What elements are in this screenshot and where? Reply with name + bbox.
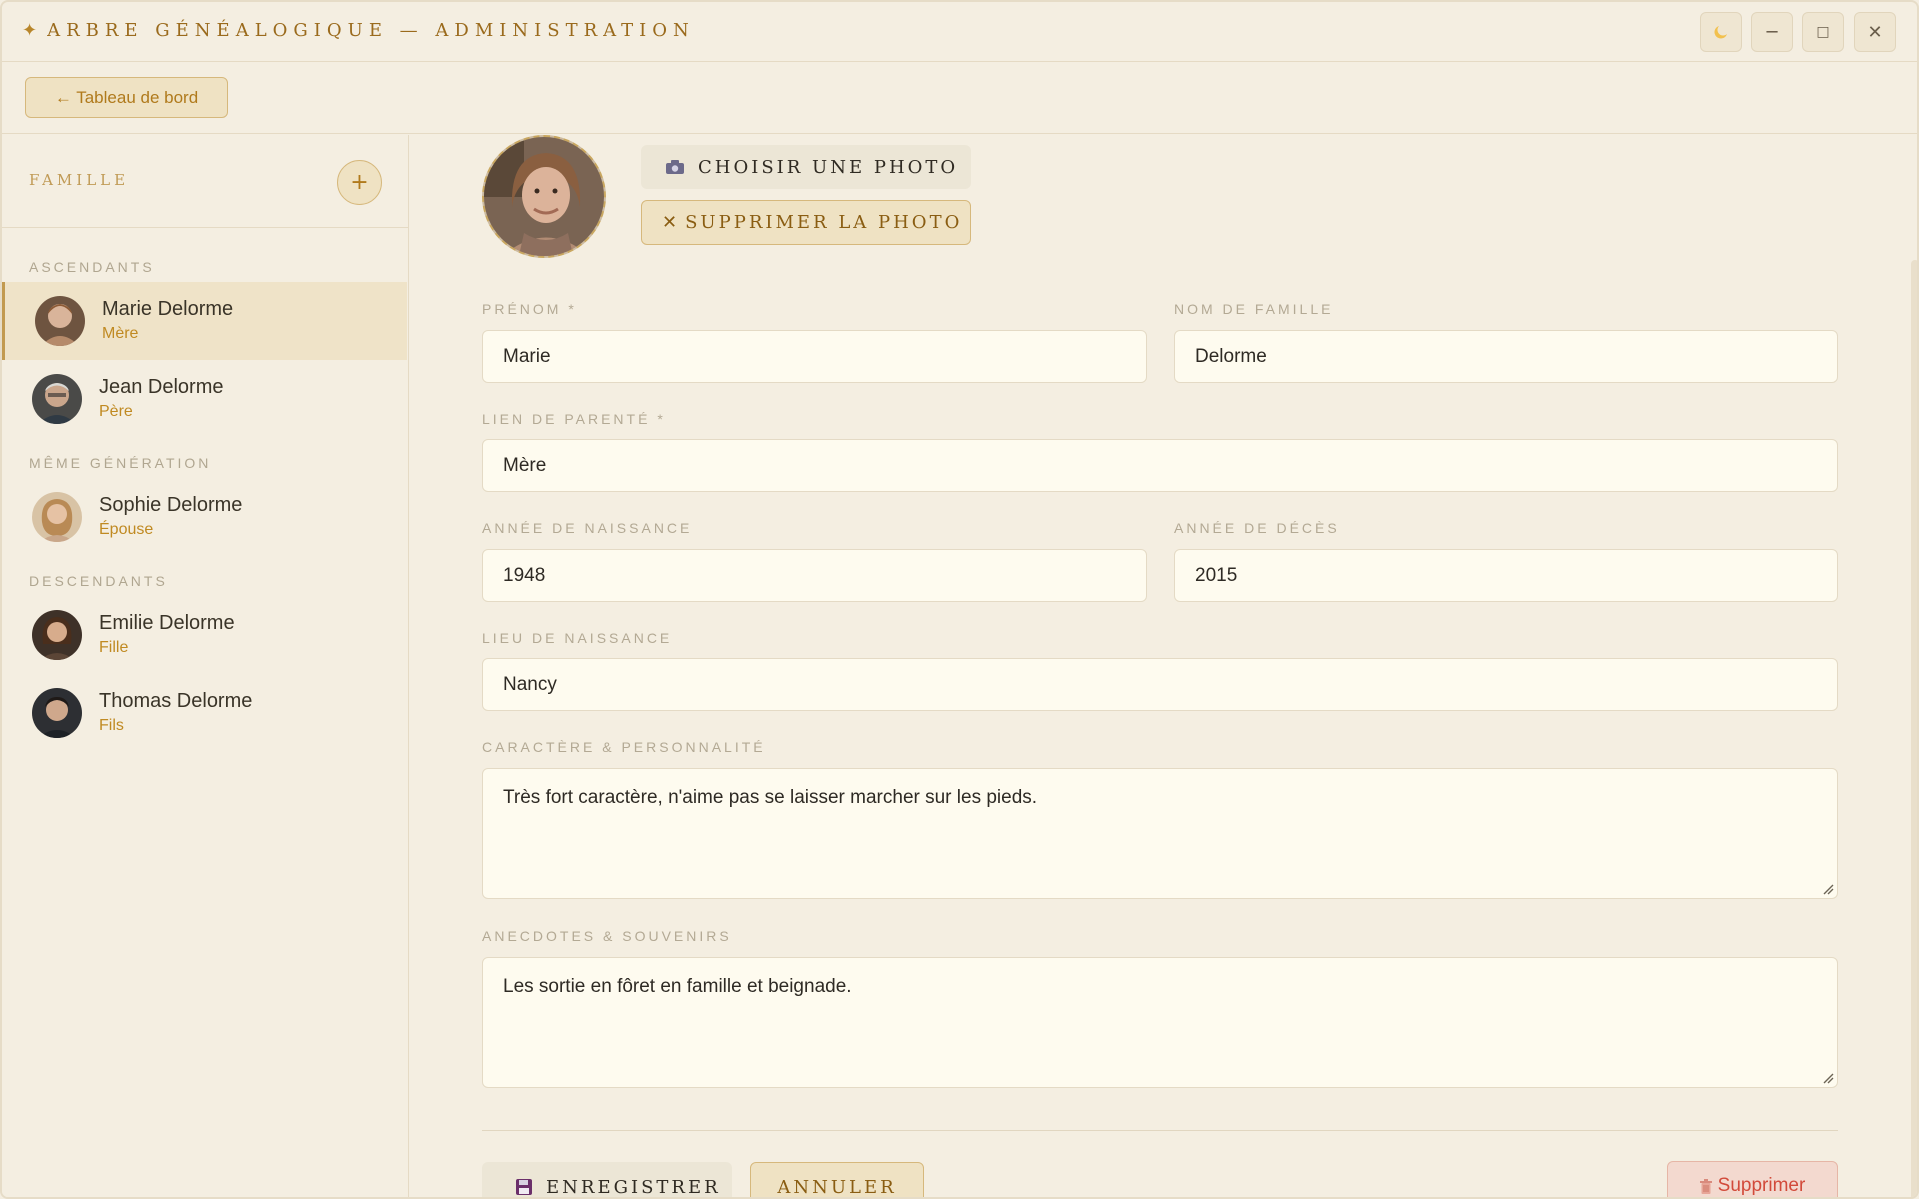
close-icon: ✕: [662, 212, 678, 233]
group-label-descendants: DESCENDANTS: [29, 573, 168, 589]
close-button[interactable]: ✕: [1854, 12, 1896, 52]
cancel-button[interactable]: ANNULER: [750, 1162, 924, 1198]
resize-handle-icon[interactable]: [1822, 1072, 1834, 1084]
minimize-button[interactable]: ─: [1751, 12, 1793, 52]
lieu-naissance-input[interactable]: Nancy: [482, 658, 1838, 711]
choose-photo-label: CHOISIR UNE PHOTO: [698, 156, 959, 178]
member-role: Fille: [99, 639, 129, 656]
trash-icon: [1699, 1178, 1712, 1194]
member-item-jean-delorme[interactable]: Jean Delorme Père: [2, 360, 407, 438]
remove-photo-label: SUPPRIMER LA PHOTO: [685, 212, 963, 233]
member-role: Père: [99, 403, 133, 420]
field-label-lieu: LIEU DE NAISSANCE: [482, 630, 673, 646]
field-label-deces: ANNÉE DE DÉCÈS: [1174, 520, 1340, 536]
plus-icon: +: [350, 169, 369, 195]
scrollbar[interactable]: [1911, 260, 1917, 1197]
member-item-sophie-delorme[interactable]: Sophie Delorme Épouse: [2, 478, 407, 556]
avatar: [32, 688, 82, 738]
back-to-dashboard-button[interactable]: ← Tableau de bord: [25, 77, 228, 118]
field-label-naissance: ANNÉE DE NAISSANCE: [482, 520, 693, 536]
star-icon: ✦: [22, 20, 38, 41]
family-sidebar: FAMILLE + ASCENDANTS Marie Delorme Mère: [2, 135, 409, 1197]
member-item-thomas-delorme[interactable]: Thomas Delorme Fils: [2, 674, 407, 752]
add-member-button[interactable]: +: [337, 160, 382, 205]
toolbar: ← Tableau de bord: [2, 62, 1917, 134]
member-role: Fils: [99, 717, 124, 734]
floppy-disk-icon: [516, 1179, 532, 1195]
field-label-anecdotes: ANECDOTES & SOUVENIRS: [482, 928, 732, 944]
maximize-button[interactable]: □: [1802, 12, 1844, 52]
avatar: [32, 374, 82, 424]
caractere-textarea[interactable]: Très fort caractère, n'aime pas se laiss…: [482, 768, 1838, 899]
moon-icon: [1714, 26, 1727, 39]
remove-photo-button[interactable]: ✕ SUPPRIMER LA PHOTO: [641, 200, 971, 245]
maximize-icon: □: [1816, 24, 1830, 40]
form-divider: [482, 1130, 1838, 1131]
member-name: Sophie Delorme: [99, 494, 243, 516]
field-label-caractere: CARACTÈRE & PERSONNALITÉ: [482, 739, 766, 755]
member-name: Thomas Delorme: [99, 690, 253, 712]
avatar: [32, 492, 82, 542]
member-role: Épouse: [99, 521, 154, 538]
member-name: Emilie Delorme: [99, 612, 235, 634]
anecdotes-text: Les sortie en fôret en famille et beigna…: [503, 976, 852, 997]
save-label: ENREGISTRER: [546, 1176, 721, 1198]
member-role: Mère: [102, 325, 139, 342]
camera-icon: [666, 160, 684, 174]
member-edit-form: CHOISIR UNE PHOTO ✕ SUPPRIMER LA PHOTO P…: [410, 135, 1917, 1198]
title-bar: ✦ ARBRE GÉNÉALOGIQUE — ADMINISTRATION ─ □…: [2, 2, 1917, 62]
member-name: Marie Delorme: [102, 298, 234, 320]
member-item-emilie-delorme[interactable]: Emilie Delorme Fille: [2, 596, 407, 674]
sidebar-header: FAMILLE +: [2, 135, 408, 228]
annee-deces-input[interactable]: 2015: [1174, 549, 1838, 602]
caractere-text: Très fort caractère, n'aime pas se laiss…: [503, 787, 1038, 808]
resize-handle-icon[interactable]: [1822, 883, 1834, 895]
app-window: ✦ ARBRE GÉNÉALOGIQUE — ADMINISTRATION ─ □…: [0, 0, 1919, 1199]
annee-naissance-input[interactable]: 1948: [482, 549, 1147, 602]
save-button[interactable]: ENREGISTRER: [482, 1162, 732, 1198]
delete-label: Supprimer: [1717, 1175, 1806, 1196]
anecdotes-textarea[interactable]: Les sortie en fôret en famille et beigna…: [482, 957, 1838, 1088]
avatar: [35, 296, 85, 346]
cancel-label: ANNULER: [777, 1176, 897, 1198]
field-label-prenom: PRÉNOM *: [482, 301, 577, 317]
field-label-nom: NOM DE FAMILLE: [1174, 301, 1334, 317]
member-photo: [482, 135, 606, 258]
avatar: [32, 610, 82, 660]
field-label-lien: LIEN DE PARENTÉ *: [482, 411, 666, 427]
prenom-input[interactable]: Marie: [482, 330, 1147, 383]
group-label-meme-generation: MÊME GÉNÉRATION: [29, 455, 212, 471]
member-name: Jean Delorme: [99, 376, 224, 398]
app-title: ✦ ARBRE GÉNÉALOGIQUE — ADMINISTRATION: [22, 20, 695, 41]
nom-input[interactable]: Delorme: [1174, 330, 1838, 383]
lien-de-parente-input[interactable]: Mère: [482, 439, 1838, 492]
member-item-marie-delorme[interactable]: Marie Delorme Mère: [2, 282, 407, 360]
sidebar-title: FAMILLE: [29, 171, 130, 189]
theme-toggle-button[interactable]: [1700, 12, 1742, 52]
group-label-ascendants: ASCENDANTS: [29, 259, 155, 275]
delete-member-button[interactable]: Supprimer: [1667, 1161, 1838, 1197]
app-title-text: ARBRE GÉNÉALOGIQUE — ADMINISTRATION: [47, 20, 695, 41]
minimize-icon: ─: [1766, 21, 1778, 43]
choose-photo-button[interactable]: CHOISIR UNE PHOTO: [641, 145, 971, 189]
close-icon: ✕: [1867, 21, 1883, 43]
